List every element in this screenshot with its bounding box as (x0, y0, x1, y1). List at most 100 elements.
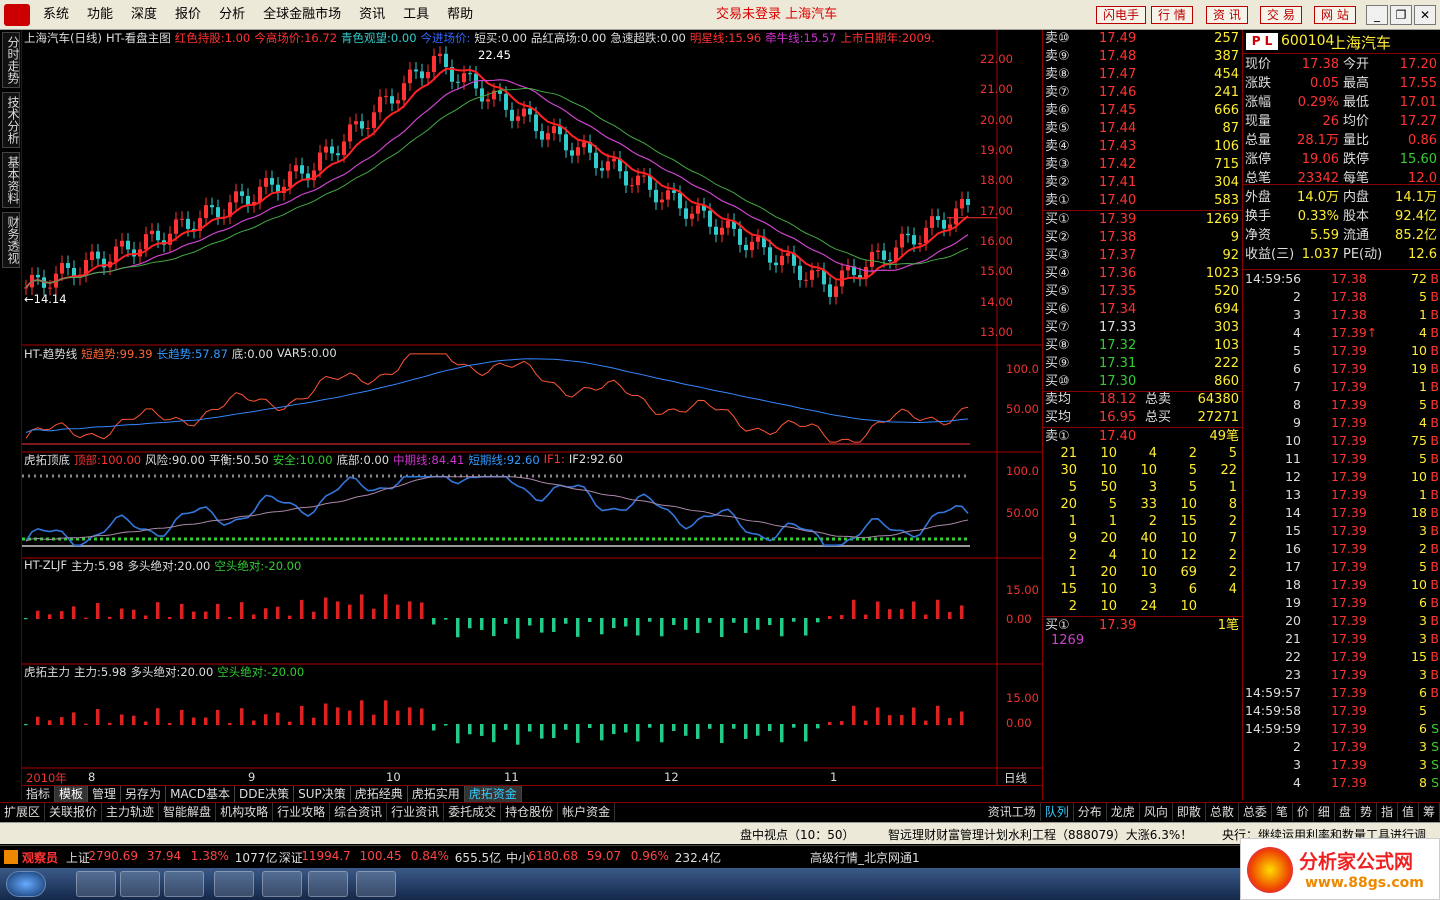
taskbar-app-7[interactable] (356, 871, 396, 897)
order-book-row[interactable]: 买③ 17.37 92 (1043, 247, 1243, 265)
order-book-row[interactable]: 买② 17.38 9 (1043, 229, 1243, 247)
order-book-row[interactable]: 买⑦ 17.33 303 (1043, 319, 1243, 337)
toolbar-button-2[interactable]: 资 讯 (1206, 6, 1248, 24)
order-book-row[interactable]: 卖⑤ 17.44 87 (1043, 120, 1243, 138)
panel-tab-8[interactable]: 笔 (1272, 803, 1293, 821)
tick-price: 17.39 (1331, 631, 1367, 646)
order-book-row[interactable]: 买⑧ 17.32 103 (1043, 337, 1243, 355)
panel-tab-6[interactable]: 总散 (1206, 803, 1239, 821)
panel-tab-10[interactable]: 细 (1314, 803, 1335, 821)
tick-time: 4 (1293, 325, 1301, 340)
start-button[interactable] (6, 871, 46, 897)
tab-fundamentals[interactable]: 基本资料 (2, 152, 20, 208)
indicator-tab-9[interactable]: 虎拓资金 (464, 786, 522, 802)
panel-tab-14[interactable]: 值 (1398, 803, 1419, 821)
taskbar-app-6[interactable] (308, 871, 348, 897)
taskbar-app-5[interactable] (262, 871, 302, 897)
ticker-left[interactable]: 盘中视点（10：50） (740, 826, 855, 843)
indicator-tab-0[interactable]: 指标 (22, 786, 56, 802)
extension-tab-8[interactable]: 委托成交 (444, 803, 502, 821)
extension-tab-1[interactable]: 关联报价 (45, 803, 103, 821)
pl-badge-icon[interactable]: P L (1246, 33, 1278, 50)
menu-item-3[interactable]: 报价 (166, 0, 210, 30)
toolbar-button-3[interactable]: 交 易 (1260, 6, 1302, 24)
taskbar-app-1[interactable] (76, 871, 116, 897)
extension-tab-5[interactable]: 行业攻略 (273, 803, 331, 821)
order-book-row[interactable]: 卖⑩ 17.49 257 (1043, 30, 1243, 48)
restore-icon[interactable]: ❐ (1390, 5, 1412, 25)
extension-tab-9[interactable]: 持仓股份 (501, 803, 559, 821)
panel-tab-0[interactable]: 资讯工场 (984, 803, 1041, 821)
panel-tab-11[interactable]: 盘 (1335, 803, 1356, 821)
extension-tab-6[interactable]: 综合资讯 (330, 803, 388, 821)
panel-tab-2[interactable]: 分布 (1074, 803, 1107, 821)
indicator-tab-3[interactable]: 另存为 (121, 786, 167, 802)
taskbar-app-3[interactable] (164, 871, 204, 897)
order-book-row[interactable]: 卖② 17.41 304 (1043, 174, 1243, 192)
menu-item-7[interactable]: 工具 (394, 0, 438, 30)
indicator-tab-2[interactable]: 管理 (88, 786, 122, 802)
minimize-icon[interactable]: _ (1366, 5, 1388, 25)
extension-tab-4[interactable]: 机构攻略 (216, 803, 274, 821)
order-book-row[interactable]: 买④ 17.36 1023 (1043, 265, 1243, 283)
order-book-row[interactable]: 买⑥ 17.34 694 (1043, 301, 1243, 319)
tab-financials[interactable]: 财务透视 (2, 212, 20, 268)
order-book-row[interactable]: 买① 17.39 1269 (1043, 211, 1243, 229)
queue-cell: 3 (1148, 480, 1157, 495)
order-book-row[interactable]: 买⑤ 17.35 520 (1043, 283, 1243, 301)
panel-tab-7[interactable]: 总委 (1239, 803, 1272, 821)
menu-item-1[interactable]: 功能 (78, 0, 122, 30)
panel-tab-3[interactable]: 龙虎 (1107, 803, 1140, 821)
order-book-row[interactable]: 卖③ 17.42 715 (1043, 156, 1243, 174)
indicator-tab-8[interactable]: 虎拓实用 (408, 786, 465, 802)
toolbar-button-0[interactable]: 闪电手 (1096, 6, 1147, 24)
indicator-tab-5[interactable]: DDE决策 (235, 786, 295, 802)
menu-item-2[interactable]: 深度 (122, 0, 166, 30)
order-book-row[interactable]: 卖④ 17.43 106 (1043, 138, 1243, 156)
panel-tab-4[interactable]: 风向 (1140, 803, 1173, 821)
queue-cell: 5 (1068, 480, 1077, 495)
taskbar-app-2[interactable] (120, 871, 160, 897)
panel-tab-9[interactable]: 价 (1293, 803, 1314, 821)
extension-tab-3[interactable]: 智能解盘 (159, 803, 217, 821)
tick-side: B (1430, 487, 1439, 502)
panel-tab-13[interactable]: 指 (1377, 803, 1398, 821)
menu-item-5[interactable]: 全球金融市场 (254, 0, 350, 30)
tab-technical[interactable]: 技术分析 (2, 92, 20, 148)
panel-tab-12[interactable]: 势 (1356, 803, 1377, 821)
extension-tab-10[interactable]: 帐户资金 (558, 803, 616, 821)
toolbar-button-4[interactable]: 网 站 (1314, 6, 1356, 24)
order-book-row[interactable]: 买⑨ 17.31 222 (1043, 355, 1243, 373)
indicator-tab-4[interactable]: MACD基本 (166, 786, 236, 802)
extension-tab-0[interactable]: 扩展区 (0, 803, 46, 821)
order-book-row[interactable]: 买⑩ 17.30 860 (1043, 373, 1243, 391)
tick-volume: 5 (1419, 397, 1427, 412)
indicator-tab-7[interactable]: 虎拓经典 (351, 786, 408, 802)
panel-tab-15[interactable]: 筹 (1419, 803, 1440, 821)
order-book-row[interactable]: 卖⑥ 17.45 666 (1043, 102, 1243, 120)
order-book-row[interactable]: 卖⑧ 17.47 454 (1043, 66, 1243, 84)
panel-tab-1[interactable]: 队列 (1041, 803, 1074, 821)
menu-item-0[interactable]: 系统 (34, 0, 78, 30)
order-book-row[interactable]: 卖⑨ 17.48 387 (1043, 48, 1243, 66)
kline-chart[interactable]: 上海汽车(日线) HT-看盘主图 红色持股:1.00 今高场价:16.72 青色观望:0… (22, 30, 1042, 785)
tick-row: 17 17.39 5 B (1243, 558, 1440, 576)
order-book-row[interactable]: 卖⑦ 17.46 241 (1043, 84, 1243, 102)
extension-tab-2[interactable]: 主力轨迹 (102, 803, 160, 821)
order-book-row[interactable]: 卖① 17.40 583 (1043, 192, 1243, 210)
period-label[interactable]: 日线 (1004, 770, 1027, 786)
menu-item-8[interactable]: 帮助 (438, 0, 482, 30)
close-icon[interactable]: ✕ (1414, 5, 1436, 25)
extension-tab-7[interactable]: 行业资讯 (387, 803, 445, 821)
ticker-mid[interactable]: 智远理财财富管理计划水利工程（888079）大涨6.3%！ (888, 826, 1192, 843)
indicator-tab-6[interactable]: SUP决策 (294, 786, 351, 802)
panel-tab-5[interactable]: 即散 (1173, 803, 1206, 821)
menu-item-4[interactable]: 分析 (210, 0, 254, 30)
zljf-bar (216, 603, 220, 619)
menu-item-6[interactable]: 资讯 (350, 0, 394, 30)
tab-intraday[interactable]: 分时走势 (2, 32, 20, 88)
indicator-tab-1[interactable]: 模板 (55, 786, 89, 802)
toolbar-button-1[interactable]: 行 情 (1151, 6, 1193, 24)
main-force-bar (936, 705, 940, 725)
taskbar-app-4[interactable] (214, 871, 254, 897)
